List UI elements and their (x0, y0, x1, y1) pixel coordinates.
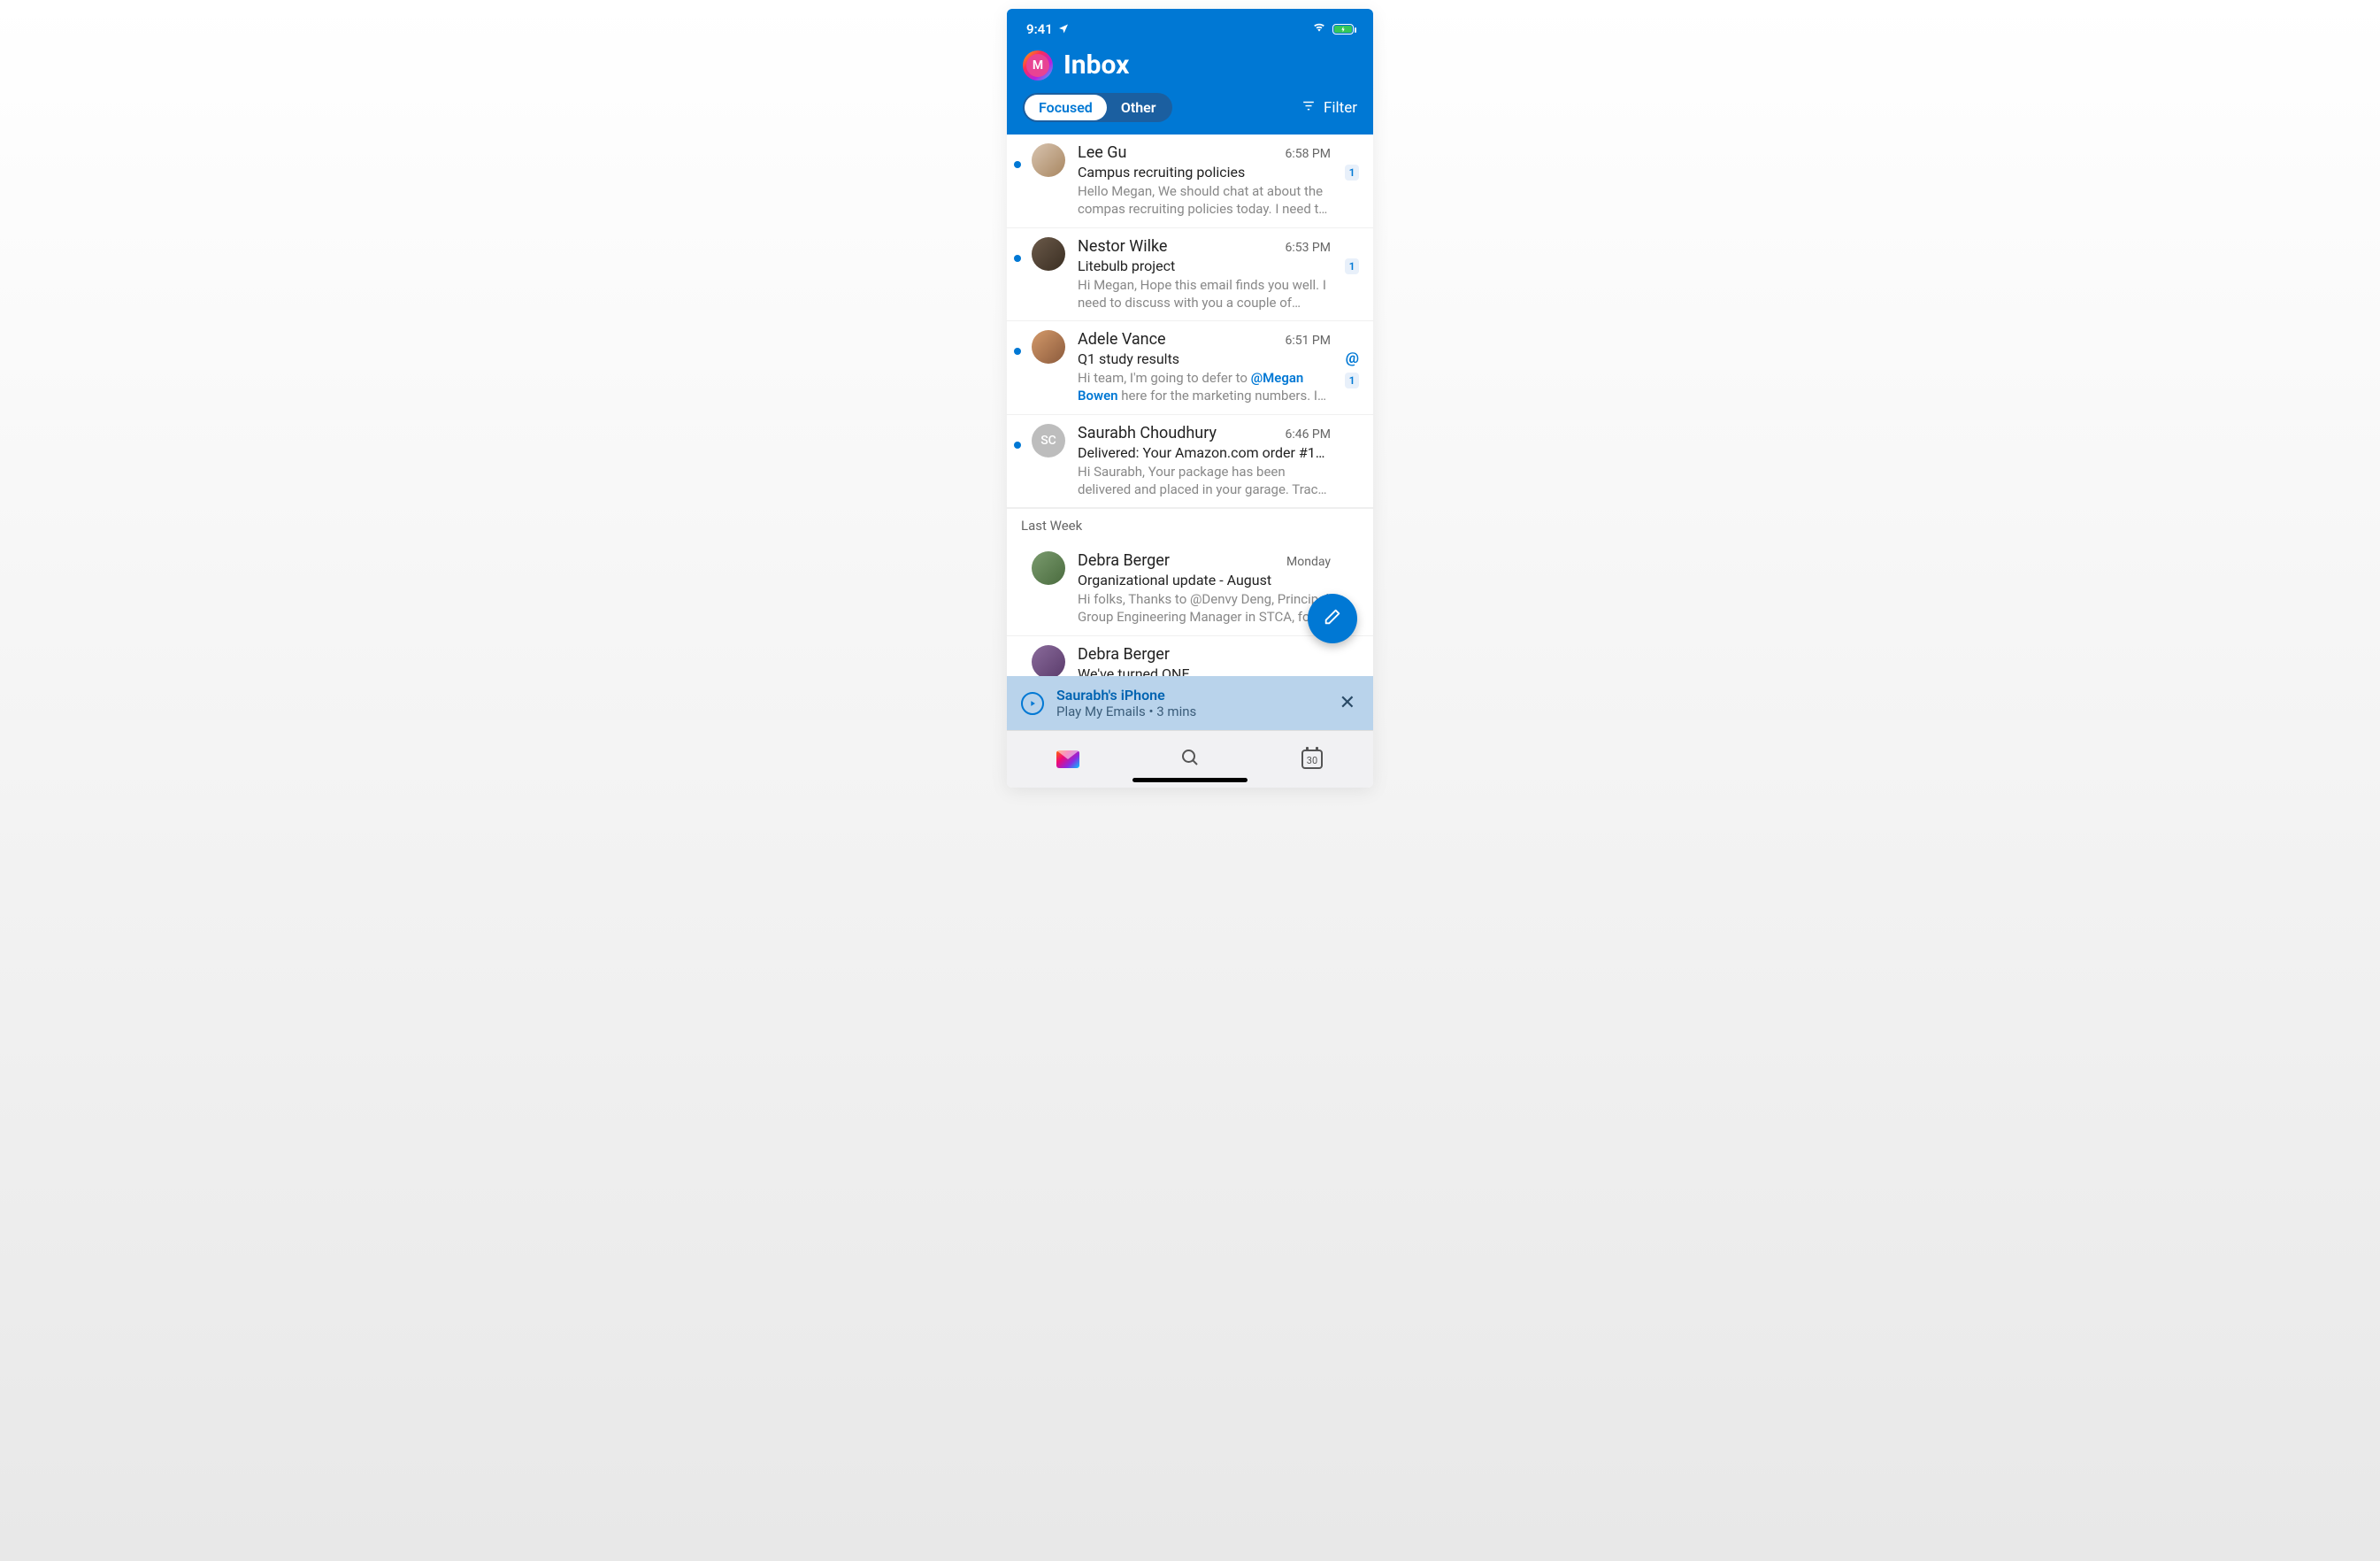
battery-icon (1332, 24, 1354, 35)
tab-other[interactable]: Other (1107, 95, 1171, 120)
email-row[interactable]: SC Saurabh Choudhury 6:46 PM Delivered: … (1007, 415, 1373, 509)
unread-dot-icon (1014, 442, 1021, 449)
unread-dot-icon (1014, 161, 1021, 168)
sender-avatar (1032, 237, 1065, 271)
sender-name: Debra Berger (1078, 645, 1170, 664)
email-time: 6:53 PM (1285, 241, 1331, 255)
play-icon (1021, 692, 1044, 715)
sender-name: Saurabh Choudhury (1078, 424, 1217, 442)
email-preview: Hi Megan, Hope this email finds you well… (1078, 276, 1331, 312)
email-subject: Organizational update - August (1078, 572, 1331, 588)
email-preview: Hi folks, Thanks to @Denvy Deng, Princip… (1078, 590, 1331, 627)
banner-title: Saurabh's iPhone (1056, 687, 1324, 704)
section-header-last-week: Last Week (1007, 508, 1373, 542)
email-preview: Hi team, I'm going to defer to @Megan Bo… (1078, 369, 1331, 405)
email-row[interactable]: Adele Vance 6:51 PM Q1 study results Hi … (1007, 321, 1373, 415)
mail-icon (1056, 750, 1079, 768)
sender-avatar (1032, 143, 1065, 177)
email-time: 6:58 PM (1285, 147, 1331, 161)
sender-name: Debra Berger (1078, 551, 1170, 570)
email-subject: Delivered: Your Amazon.com order #112-50… (1078, 444, 1331, 461)
unread-dot-icon (1014, 348, 1021, 355)
sender-avatar (1032, 330, 1065, 364)
home-indicator (1132, 778, 1248, 782)
email-row[interactable]: Lee Gu 6:58 PM Campus recruiting policie… (1007, 135, 1373, 228)
tab-mail[interactable] (1008, 750, 1129, 768)
count-badge: 1 (1345, 258, 1359, 274)
sender-avatar (1032, 551, 1065, 585)
tab-search[interactable] (1130, 747, 1251, 772)
calendar-icon: 30 (1301, 750, 1323, 769)
sender-avatar: SC (1032, 424, 1065, 458)
banner-subtitle: Play My Emails • 3 mins (1056, 704, 1324, 719)
filter-icon (1301, 99, 1317, 117)
count-badge: 1 (1345, 373, 1359, 388)
email-subject: Q1 study results (1078, 350, 1331, 367)
wifi-icon (1311, 21, 1327, 37)
email-preview: Hi Saurabh, Your package has been delive… (1078, 463, 1331, 499)
email-time: 6:46 PM (1285, 427, 1331, 442)
inbox-tabs: Focused Other (1023, 93, 1172, 122)
account-avatar[interactable]: M (1023, 50, 1053, 81)
sender-name: Nestor Wilke (1078, 237, 1167, 256)
sender-avatar (1032, 645, 1065, 679)
close-icon: ✕ (1340, 692, 1355, 714)
phone-frame: 9:41 M (1007, 9, 1373, 788)
play-emails-banner[interactable]: Saurabh's iPhone Play My Emails • 3 mins… (1007, 676, 1373, 730)
search-icon (1179, 747, 1201, 772)
page-title: Inbox (1063, 50, 1129, 81)
count-badge: 1 (1345, 165, 1359, 181)
email-row[interactable]: Nestor Wilke 6:53 PM Litebulb project Hi… (1007, 228, 1373, 322)
email-subject: Campus recruiting policies (1078, 164, 1331, 181)
email-preview: Hello Megan, We should chat at about the… (1078, 182, 1331, 219)
unread-dot-icon (1014, 255, 1021, 262)
email-time: Monday (1286, 555, 1331, 569)
banner-close-button[interactable]: ✕ (1336, 688, 1359, 718)
compose-icon (1323, 607, 1342, 630)
mention-icon: @ (1346, 350, 1359, 367)
status-time: 9:41 (1026, 21, 1053, 37)
email-subject: Litebulb project (1078, 258, 1331, 274)
email-time: 6:51 PM (1285, 334, 1331, 348)
compose-button[interactable] (1308, 594, 1357, 643)
filter-button[interactable]: Filter (1301, 99, 1357, 117)
tab-focused[interactable]: Focused (1025, 95, 1107, 120)
filter-label: Filter (1324, 99, 1357, 117)
app-header: 9:41 M (1007, 9, 1373, 135)
tab-calendar[interactable]: 30 (1252, 750, 1373, 769)
sender-name: Lee Gu (1078, 143, 1126, 162)
location-icon (1058, 23, 1069, 36)
sender-name: Adele Vance (1078, 330, 1166, 349)
status-bar: 9:41 (1023, 18, 1357, 50)
